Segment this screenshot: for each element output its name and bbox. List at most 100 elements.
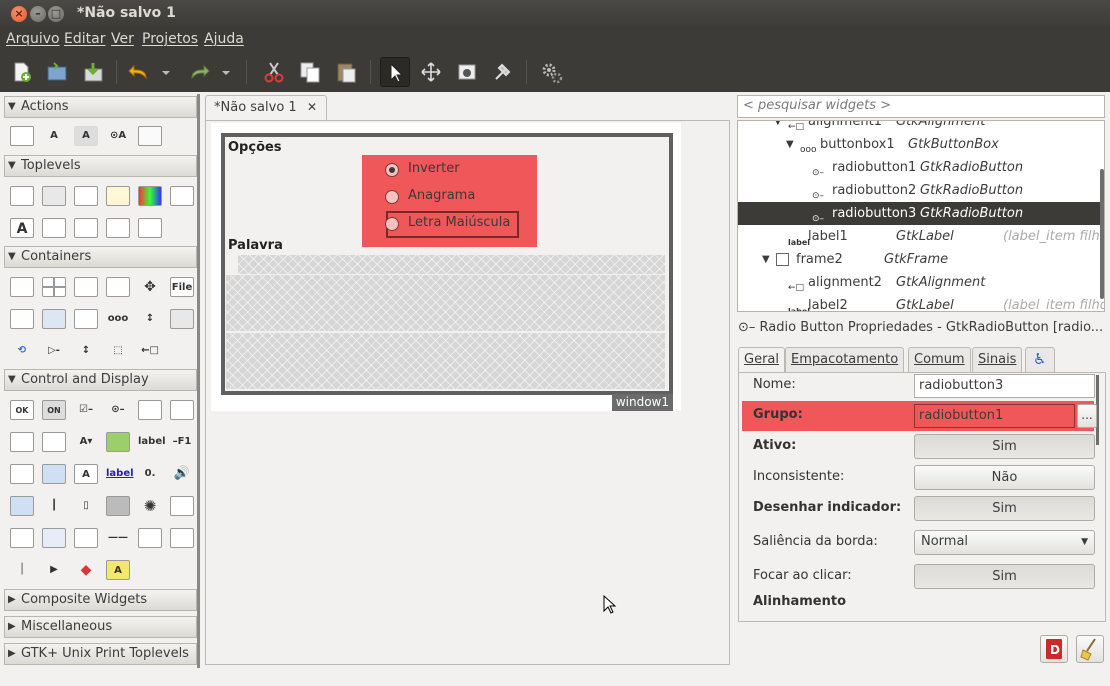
tree-row[interactable]: ▼ ooo buttonbox1 GtkButtonBox	[738, 133, 1104, 156]
palette-item-scale[interactable]	[42, 464, 66, 484]
palette-item-notebook[interactable]	[74, 277, 98, 297]
palette-item-spinner[interactable]: ✺	[138, 496, 162, 516]
palette-item-scrolled-window[interactable]: ↕	[74, 341, 98, 361]
nome-input[interactable]: radiobutton3	[914, 374, 1095, 398]
palette-item-file-chooser-button[interactable]: File	[170, 277, 194, 297]
palette-item-hbox[interactable]: ooo	[106, 309, 130, 329]
close-icon[interactable]: ✕	[307, 100, 317, 114]
palette-item-dialog[interactable]	[74, 186, 98, 206]
palette-item-action[interactable]	[10, 126, 34, 146]
palette-item-combo-box[interactable]	[10, 432, 34, 452]
devhelp-button[interactable]: D	[1040, 635, 1068, 663]
palette-item-font-dialog[interactable]: A	[10, 218, 34, 238]
palette-item-event-box[interactable]	[170, 309, 194, 329]
save-button[interactable]	[78, 57, 108, 87]
menu-ver[interactable]: Ver	[111, 31, 134, 47]
tree-row[interactable]: label label2 GtkLabel (label_item filho	[738, 294, 1104, 311]
palette-item-drawing-area[interactable]: ◆	[74, 560, 98, 580]
frame1-label[interactable]: Opções	[228, 140, 282, 155]
palette-item-toggle-button[interactable]: ON	[42, 400, 66, 420]
grupo-input[interactable]: radiobutton1	[914, 404, 1075, 428]
palette-item-color-dialog[interactable]	[138, 186, 162, 206]
palette-item-paned[interactable]	[74, 309, 98, 329]
desenhar-indicador-toggle[interactable]: Sim	[914, 496, 1095, 521]
tab-geral[interactable]: Geral	[738, 347, 785, 374]
palette-item-arrow[interactable]: ▶	[42, 560, 66, 580]
tree-row[interactable]: ▼ ←□ alignment1 GtkAlignment	[738, 121, 1104, 133]
palette-item-assistant[interactable]	[170, 186, 194, 206]
tab-sinais[interactable]: Sinais	[972, 347, 1023, 373]
menu-ajuda[interactable]: Ajuda	[204, 31, 244, 47]
select-tool-button[interactable]	[380, 57, 410, 87]
palette-item-text-view[interactable]: A	[74, 464, 98, 484]
palette-item-about-dialog[interactable]	[42, 218, 66, 238]
palette-item-font-button[interactable]: A▾	[74, 432, 98, 452]
tree-row[interactable]: ⊙– radiobutton2 GtkRadioButton	[738, 179, 1104, 202]
palette-item-alignment[interactable]: ←□	[138, 341, 162, 361]
palette-item-expander[interactable]: ⟲	[10, 341, 34, 361]
saliencia-combo[interactable]: Normal ▼	[914, 530, 1095, 555]
palette-item-spin-button[interactable]	[138, 400, 162, 420]
undo-history-dropdown[interactable]	[158, 57, 174, 87]
palette-item-fixed[interactable]: ✥	[138, 277, 162, 297]
tab-comum[interactable]: Comum	[908, 347, 971, 373]
tree-row[interactable]: ▼ frame2 GtkFrame	[738, 248, 1104, 271]
palette-item-action-group[interactable]	[138, 126, 162, 146]
widget-search-input[interactable]: < pesquisar widgets >	[737, 95, 1105, 118]
palette-group-actions[interactable]: ▼ Actions	[4, 96, 197, 118]
palette-item-icon-view[interactable]	[42, 528, 66, 548]
palette-item-entry[interactable]	[170, 400, 194, 420]
grupo-browse-button[interactable]: ...	[1077, 404, 1097, 428]
palette-group-gtk-unix-print-toplevels[interactable]: ▶ GTK+ Unix Print Toplevels	[4, 643, 197, 665]
tab-empacotamento[interactable]: Empacotamento	[785, 347, 905, 373]
palette-group-miscellaneous[interactable]: ▶ Miscellaneous	[4, 616, 197, 638]
palette-item-link-label[interactable]: label	[106, 464, 134, 484]
palette-item-accel-entry[interactable]: A	[106, 560, 130, 580]
window-maximize-button[interactable]: □	[48, 6, 64, 22]
menu-arquivo[interactable]: Arquivo	[6, 31, 60, 47]
palette-group-composite-widgets[interactable]: ▶ Composite Widgets	[4, 589, 197, 611]
tree-row[interactable]: label label1 GtkLabel (label_item filho	[738, 225, 1104, 248]
frame2-label[interactable]: Palavra	[228, 238, 283, 253]
build-button[interactable]	[488, 57, 518, 87]
palette-item-viewport[interactable]: ▷-	[42, 341, 66, 361]
widget-editor-button[interactable]	[452, 57, 482, 87]
preferences-button[interactable]	[536, 57, 566, 87]
palette-item-separator[interactable]: ——	[106, 528, 130, 548]
placeholder-slot[interactable]	[226, 333, 665, 389]
window-minimize-button[interactable]: –	[30, 6, 46, 22]
palette-item-status-bar[interactable]	[74, 528, 98, 548]
palette-item-calendar[interactable]	[138, 528, 162, 548]
menu-editar[interactable]: Editar	[64, 31, 105, 47]
buttonbox1[interactable]: Inverter Anagrama Letra Maiúscula	[362, 155, 537, 247]
palette-item-info-bar[interactable]	[170, 528, 194, 548]
palette-item-volume-button[interactable]: 🔊	[170, 464, 194, 484]
palette-item-box[interactable]	[10, 277, 34, 297]
palette-item-link-button[interactable]	[10, 464, 34, 484]
clear-button[interactable]	[1076, 635, 1104, 663]
placeholder-slot[interactable]	[226, 275, 665, 331]
palette-item-message-dialog[interactable]	[106, 186, 130, 206]
window-close-button[interactable]: ×	[11, 6, 27, 22]
palette-group-toplevels[interactable]: ▼ Toplevels	[4, 155, 197, 177]
tree-row[interactable]: ←□ alignment2 GtkAlignment	[738, 271, 1104, 294]
ativo-toggle[interactable]: Sim	[914, 434, 1095, 459]
palette-item-menu-bar[interactable]	[42, 309, 66, 329]
paste-button[interactable]	[331, 57, 361, 87]
cut-button[interactable]	[259, 57, 289, 87]
redo-history-dropdown[interactable]	[218, 57, 234, 87]
palette-group-containers[interactable]: ▼ Containers	[4, 246, 197, 268]
palette-item-grid[interactable]	[42, 277, 66, 297]
palette-item-window[interactable]	[10, 186, 34, 206]
palette-item-label[interactable]: label	[138, 432, 166, 452]
palette-item-radio-action[interactable]: A	[74, 126, 98, 146]
palette-item-vseparator[interactable]: │	[10, 560, 34, 580]
palette-item-check-button[interactable]: ☑–	[74, 400, 98, 420]
copy-button[interactable]	[295, 57, 325, 87]
tab-accessibility[interactable]: ♿	[1025, 347, 1055, 373]
palette-item-offscreen-window[interactable]	[42, 186, 66, 206]
placeholder-slot[interactable]	[238, 255, 665, 274]
palette-item-text-list[interactable]	[10, 528, 34, 548]
tab-document[interactable]: *Não salvo 1 ✕	[205, 95, 327, 121]
palette-item-recent-action[interactable]: ⊙A	[106, 126, 130, 146]
